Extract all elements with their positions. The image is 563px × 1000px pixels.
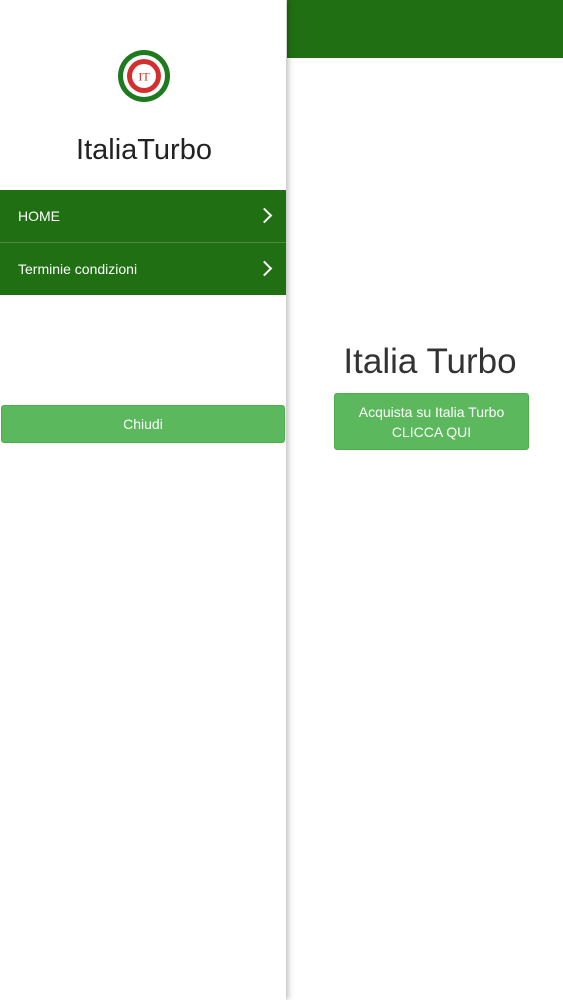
brand-name: ItaliaTurbo — [76, 134, 212, 166]
menu-item-label: Terminie condizioni — [18, 261, 138, 277]
menu-item-terms[interactable]: Terminie condizioni — [0, 242, 286, 295]
page-title: Italia Turbo — [343, 342, 517, 381]
logo-text: IT — [138, 70, 150, 84]
side-menu: IT ItaliaTurbo HOME Terminie condizioni … — [0, 0, 286, 1000]
app-screen: Italia Turbo Acquista su Italia Turbo CL… — [0, 0, 563, 1000]
buy-now-line2: CLICCA QUI — [391, 424, 472, 440]
chevron-right-icon — [256, 260, 273, 277]
main-header-bar — [287, 0, 563, 58]
menu-list: HOME Terminie condizioni — [0, 190, 286, 295]
chevron-right-icon — [256, 207, 273, 224]
close-menu-button[interactable]: Chiudi — [1, 405, 285, 443]
buy-now-line1: Acquista su Italia Turbo — [358, 404, 505, 420]
italiaturbo-logo-icon: IT — [118, 50, 170, 102]
main-page: Italia Turbo Acquista su Italia Turbo CL… — [287, 0, 563, 1000]
buy-now-button[interactable]: Acquista su Italia Turbo CLICCA QUI — [334, 393, 529, 450]
menu-item-label: HOME — [18, 208, 60, 224]
menu-item-home[interactable]: HOME — [0, 190, 286, 242]
